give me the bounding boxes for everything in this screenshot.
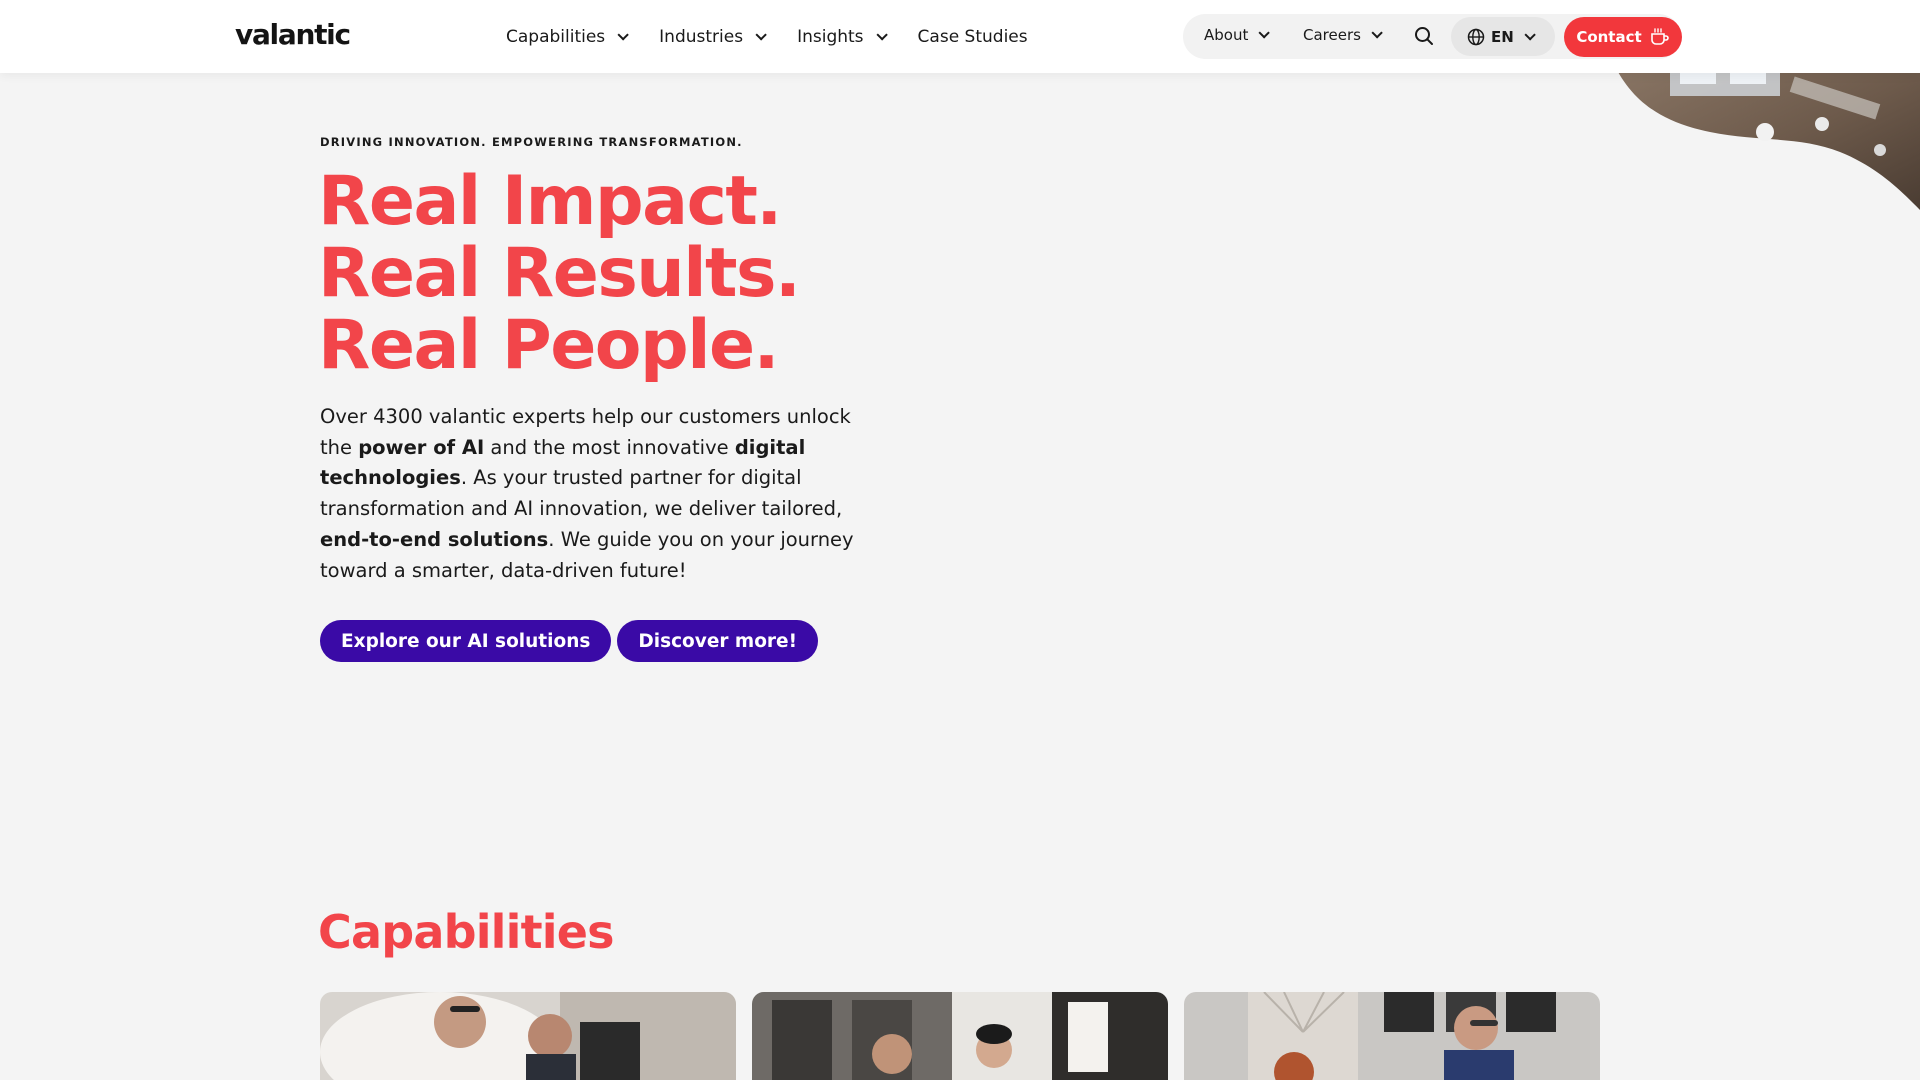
valantic-logo[interactable]: valantic (235, 18, 351, 51)
nav-careers-label: Careers (1303, 26, 1361, 44)
capability-card-1[interactable] (320, 992, 736, 1080)
capability-card-3[interactable] (1184, 992, 1600, 1080)
nav-industries[interactable]: Industries (659, 26, 767, 47)
nav-industries-label: Industries (659, 26, 744, 47)
language-label: EN (1491, 27, 1514, 46)
contact-button[interactable]: Contact (1564, 17, 1682, 57)
main-navigation: Capabilities Industries Insights Case St… (506, 0, 1062, 73)
chevron-down-icon (617, 28, 629, 41)
nav-insights-label: Insights (797, 26, 864, 47)
capability-card-3-photo (1184, 992, 1600, 1080)
chevron-down-icon (876, 28, 888, 41)
chevron-down-icon (1371, 27, 1383, 39)
nav-capabilities-label: Capabilities (506, 26, 606, 47)
capability-card-2[interactable] (752, 992, 1168, 1080)
hero-intro-text: Over 4300 valantic experts help our cust… (320, 402, 860, 586)
nav-case-studies-label: Case Studies (917, 26, 1028, 47)
intro-bold-1: power of AI (358, 435, 485, 459)
site-header: valantic Capabilities Industries Insight… (0, 0, 1920, 73)
intro-text-2: and the most innovative (484, 435, 735, 459)
search-button[interactable] (1413, 25, 1435, 47)
capabilities-heading: Capabilities (318, 905, 615, 959)
discover-more-button[interactable]: Discover more! (617, 620, 819, 662)
headline-line-2: Real Results. (318, 234, 801, 313)
hero-eyebrow: DRIVING INNOVATION. EMPOWERING TRANSFORM… (320, 135, 743, 149)
nav-about[interactable]: About (1204, 26, 1271, 44)
hero-headline: Real Impact. Real Results. Real People. (318, 162, 801, 385)
chevron-down-icon (1524, 28, 1536, 41)
nav-insights[interactable]: Insights (797, 26, 888, 47)
nav-careers[interactable]: Careers (1303, 26, 1383, 44)
capability-card-1-photo (320, 992, 736, 1080)
hero-photo (1612, 60, 1920, 210)
contact-label: Contact (1576, 28, 1642, 46)
chevron-down-icon (1258, 27, 1271, 39)
hero-cta-row: Explore our AI solutions Discover more! (320, 620, 819, 662)
nav-case-studies[interactable]: Case Studies (918, 27, 1028, 47)
coffee-cup-icon (1650, 28, 1669, 45)
explore-ai-solutions-button[interactable]: Explore our AI solutions (320, 620, 612, 662)
headline-line-3: Real People. (318, 306, 779, 385)
headline-line-1: Real Impact. (318, 162, 782, 241)
language-selector[interactable]: EN (1451, 17, 1555, 56)
capability-card-2-photo (752, 992, 1168, 1080)
search-icon (1415, 27, 1433, 45)
nav-about-label: About (1204, 26, 1249, 44)
globe-icon (1467, 28, 1485, 45)
chevron-down-icon (755, 28, 767, 41)
intro-bold-3: end-to-end solutions (320, 527, 549, 551)
nav-capabilities[interactable]: Capabilities (506, 26, 629, 47)
